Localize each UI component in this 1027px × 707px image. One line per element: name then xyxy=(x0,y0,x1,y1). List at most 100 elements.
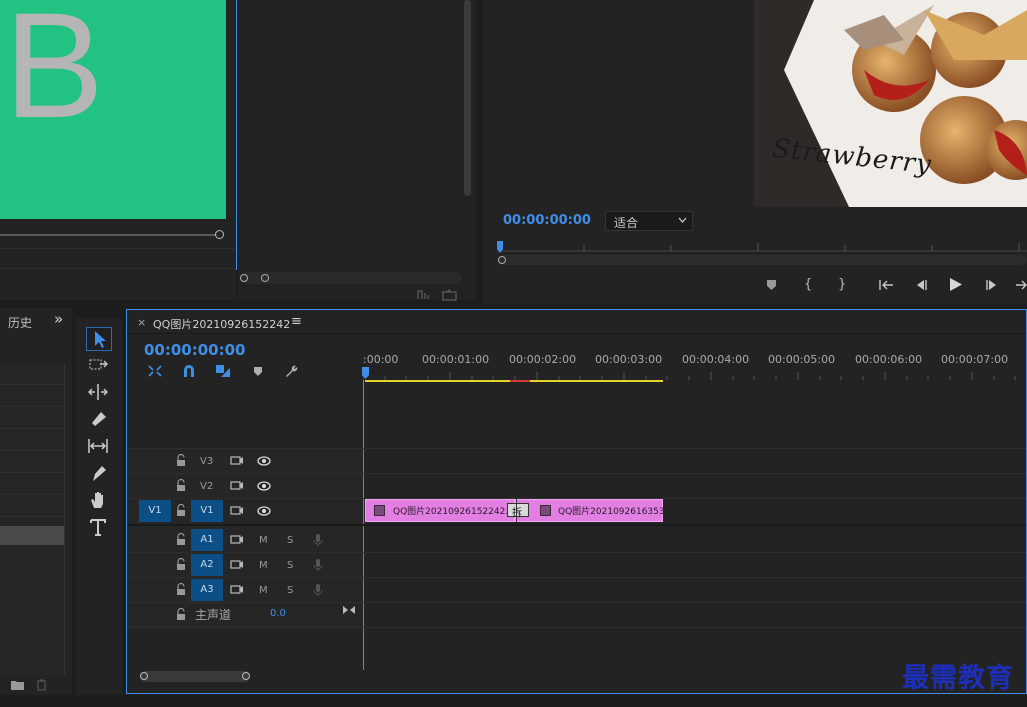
panel-expand-icon[interactable]: » xyxy=(54,310,63,328)
ruler-label: 00:00:03:00 xyxy=(595,353,663,366)
program-preview: Strawberry xyxy=(754,0,1027,207)
program-zoom-bar[interactable] xyxy=(497,255,1027,265)
wrench-icon[interactable] xyxy=(284,364,298,378)
watermark: 最需教育 xyxy=(902,663,1014,694)
timeline-zoom-handle-right[interactable] xyxy=(242,672,250,680)
lock-icon[interactable] xyxy=(175,558,187,572)
transition-cursor[interactable]: 拆 xyxy=(507,503,529,519)
eye-icon[interactable] xyxy=(257,506,271,516)
selection-tool-icon[interactable] xyxy=(86,327,112,351)
folder-icon[interactable] xyxy=(11,680,24,690)
lock-icon[interactable] xyxy=(175,533,187,547)
fx-badge-icon xyxy=(540,505,551,516)
go-to-in-icon[interactable] xyxy=(878,279,894,291)
history-item-selected[interactable] xyxy=(0,526,64,545)
panel-border xyxy=(236,0,237,270)
track-a2: A2 M S xyxy=(128,553,362,577)
hand-tool-icon[interactable] xyxy=(86,489,110,511)
add-marker-icon[interactable] xyxy=(766,279,778,291)
ruler-label: 00:00:06:00 xyxy=(855,353,923,366)
scroll-handle-left[interactable] xyxy=(240,274,248,282)
program-ruler[interactable] xyxy=(497,240,1027,252)
track-target-a2[interactable]: A2 xyxy=(191,554,223,576)
close-tab-icon[interactable]: × xyxy=(137,316,146,329)
solo-button[interactable]: S xyxy=(287,535,293,546)
history-tab[interactable]: 历史 xyxy=(8,314,36,331)
lock-icon[interactable] xyxy=(175,583,187,597)
clip-1[interactable]: QQ图片20210926152242. xyxy=(365,499,515,522)
lock-icon[interactable] xyxy=(175,454,187,468)
ruler-label: 00:00:02:00 xyxy=(509,353,577,366)
sync-lock-icon[interactable] xyxy=(230,455,244,466)
ruler-label: 00:00:05:00 xyxy=(768,353,836,366)
razor-tool-icon[interactable] xyxy=(86,408,110,430)
solo-button[interactable]: S xyxy=(287,585,293,596)
track-divider xyxy=(127,524,1026,526)
tab-divider xyxy=(127,333,1026,334)
program-timecode[interactable]: 00:00:00:00 xyxy=(503,213,591,228)
mute-button[interactable]: M xyxy=(259,535,268,546)
microphone-icon[interactable] xyxy=(313,583,323,597)
slip-tool-icon[interactable] xyxy=(86,435,110,457)
track-master: 主声道 0.0 xyxy=(128,603,362,627)
track-label-v3: V3 xyxy=(200,456,214,467)
program-playhead[interactable] xyxy=(497,241,507,253)
go-to-out-icon[interactable] xyxy=(1016,279,1027,291)
type-tool-icon[interactable] xyxy=(86,516,110,538)
sync-lock-icon[interactable] xyxy=(230,534,244,545)
sync-lock-icon[interactable] xyxy=(230,505,244,516)
sequence-tab[interactable]: QQ图片20210926152242 xyxy=(153,316,290,332)
step-back-icon[interactable] xyxy=(914,279,928,291)
linked-selection-icon[interactable] xyxy=(215,364,231,378)
play-icon[interactable] xyxy=(949,277,963,292)
scroll-handle-right[interactable] xyxy=(261,274,269,282)
export-frame-icon[interactable] xyxy=(442,288,458,301)
step-forward-icon[interactable] xyxy=(985,279,999,291)
mark-out-icon[interactable]: } xyxy=(838,277,846,292)
solo-button[interactable]: S xyxy=(287,560,293,571)
master-volume-value[interactable]: 0.0 xyxy=(270,608,286,619)
mark-in-icon[interactable]: { xyxy=(804,277,812,292)
sync-lock-icon[interactable] xyxy=(230,559,244,570)
microphone-icon[interactable] xyxy=(313,533,323,547)
vertical-scrollbar[interactable] xyxy=(464,0,471,196)
insert-audio-icon[interactable] xyxy=(416,289,430,301)
horizontal-scrollbar[interactable] xyxy=(240,272,462,284)
program-zoom-handle[interactable] xyxy=(498,256,506,264)
eye-icon[interactable] xyxy=(257,481,271,491)
track-select-tool-icon[interactable] xyxy=(86,354,110,376)
eye-icon[interactable] xyxy=(257,456,271,466)
timeline-playhead[interactable] xyxy=(362,367,370,379)
lock-icon[interactable] xyxy=(175,479,187,493)
sync-lock-icon[interactable] xyxy=(230,584,244,595)
snap-magnet-icon[interactable] xyxy=(182,364,196,378)
add-marker-icon[interactable] xyxy=(253,366,263,377)
divider xyxy=(0,268,236,269)
lock-icon[interactable] xyxy=(175,608,187,622)
ruler-label: :00:00 xyxy=(363,353,399,366)
source-scrub-handle[interactable] xyxy=(215,230,224,239)
lock-icon[interactable] xyxy=(175,504,187,518)
pen-tool-icon[interactable] xyxy=(86,462,110,484)
timeline-zoom-handle-left[interactable] xyxy=(140,672,148,680)
nest-icon[interactable] xyxy=(147,364,163,378)
timeline-timecode[interactable]: 00:00:00:00 xyxy=(144,341,246,359)
fit-select[interactable]: 适合 xyxy=(605,211,693,231)
mute-button[interactable]: M xyxy=(259,560,268,571)
ripple-edit-tool-icon[interactable] xyxy=(86,381,110,403)
microphone-icon[interactable] xyxy=(313,558,323,572)
tab-menu-icon[interactable]: ≡ xyxy=(291,314,302,329)
timeline-zoom-bar[interactable] xyxy=(140,671,250,682)
track-target-a1[interactable]: A1 xyxy=(191,529,223,551)
sync-lock-icon[interactable] xyxy=(230,480,244,491)
render-bar-yellow xyxy=(530,380,663,382)
go-to-end-icon[interactable] xyxy=(342,605,356,615)
track-target-a3[interactable]: A3 xyxy=(191,579,223,601)
source-scrub-bar[interactable] xyxy=(0,234,216,236)
track-v1: V1 xyxy=(128,499,362,523)
trash-icon[interactable] xyxy=(36,679,47,691)
mute-button[interactable]: M xyxy=(259,585,268,596)
ruler-label: 00:00:01:00 xyxy=(422,353,490,366)
track-target-v1[interactable]: V1 xyxy=(191,500,223,522)
clip-2[interactable]: QQ图片2021092616353 xyxy=(515,499,665,522)
